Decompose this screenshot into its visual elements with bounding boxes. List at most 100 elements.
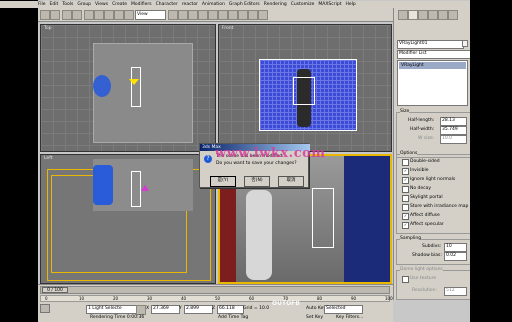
link-icon[interactable]	[62, 10, 72, 20]
key-mode-dropdown[interactable]: Selected	[324, 305, 363, 314]
menu-customize[interactable]: Customize	[291, 2, 315, 7]
viewport-left[interactable]: Left	[40, 154, 216, 284]
x-axis-label: X	[146, 306, 150, 311]
half-length-input[interactable]: 28.13	[440, 117, 467, 126]
menu-graph-editors[interactable]: Graph Editors	[229, 2, 260, 7]
quick-render-icon[interactable]	[258, 10, 268, 20]
display-tab-icon[interactable]	[438, 10, 448, 20]
option-checkbox[interactable]: ✓	[402, 177, 409, 184]
rotate-icon[interactable]	[114, 10, 124, 20]
question-icon: ?	[204, 155, 212, 163]
light-gizmo-icon	[129, 79, 139, 85]
move-icon[interactable]	[104, 10, 114, 20]
render-setup-icon[interactable]	[238, 10, 248, 20]
shadow-bias-input[interactable]: 0.02	[444, 252, 467, 261]
light-left	[131, 171, 141, 207]
viewport-front[interactable]: Front	[218, 24, 392, 152]
menu-maxscript[interactable]: MAXScript	[318, 2, 341, 7]
modify-tab-icon[interactable]	[408, 10, 418, 20]
set-key-button[interactable]: Set Key	[306, 315, 323, 320]
y-coordinate-input[interactable]: 2.899	[184, 305, 213, 314]
menu-reactor[interactable]: reactor	[182, 2, 198, 7]
statue-perspective	[246, 190, 272, 280]
statue-top	[93, 75, 111, 97]
z-coordinate-input[interactable]: 66.118	[217, 305, 244, 314]
watermark-text: www.lwkx.com	[215, 146, 326, 161]
use-texture-checkbox[interactable]	[402, 276, 409, 283]
schematic-icon[interactable]	[218, 10, 228, 20]
menu-character[interactable]: Character	[156, 2, 178, 7]
option-checkbox[interactable]: ✓	[402, 168, 409, 175]
x-coordinate-input[interactable]: 27.369	[151, 305, 180, 314]
render-icon[interactable]	[248, 10, 258, 20]
resolution-input[interactable]: 512	[444, 287, 467, 296]
undo-icon[interactable]	[40, 10, 50, 20]
align-icon[interactable]	[188, 10, 198, 20]
listener-icon[interactable]	[40, 304, 50, 313]
hierarchy-tab-icon[interactable]	[418, 10, 428, 20]
menu-animation[interactable]: Animation	[202, 2, 225, 7]
menu-edit[interactable]: Edit	[50, 2, 59, 7]
menu-views[interactable]: Views	[95, 2, 108, 7]
frame-tick-label: 20	[113, 296, 119, 301]
no-button[interactable]: 否(N)	[244, 176, 270, 187]
menu-modifiers[interactable]: Modifiers	[131, 2, 152, 7]
utilities-tab-icon[interactable]	[448, 10, 458, 20]
option-checkbox[interactable]	[402, 186, 409, 193]
track-bar[interactable]: 0 10 20 30 40 50 60 70 80 90 100	[40, 295, 393, 302]
object-color-swatch[interactable]	[462, 40, 468, 47]
pivot-icon[interactable]	[168, 10, 178, 20]
key-filters-button[interactable]: Key Filters...	[336, 315, 363, 320]
option-label: Invisible	[410, 168, 429, 173]
curve-editor-icon[interactable]	[208, 10, 218, 20]
w-size-input[interactable]: 10.0	[440, 135, 467, 144]
frame-tick-label: 80	[317, 296, 323, 301]
unlink-icon[interactable]	[72, 10, 82, 20]
time-slider-thumb[interactable]: 0 / 100	[42, 287, 68, 293]
stack-item[interactable]: VRayLight	[399, 62, 466, 69]
menu-rendering[interactable]: Rendering	[264, 2, 287, 7]
subdivs-input[interactable]: 10	[444, 243, 467, 252]
option-checkbox[interactable]: ✓	[402, 222, 409, 229]
mirror-icon[interactable]	[178, 10, 188, 20]
menu-help[interactable]: Help	[346, 2, 356, 7]
option-label: Affect diffuse	[410, 213, 440, 218]
add-time-tag-button[interactable]: Add Time Tag	[218, 315, 248, 320]
option-checkbox[interactable]	[402, 159, 409, 166]
menu-file[interactable]: File	[38, 2, 46, 7]
shadow-bias-label: Shadow bias:	[412, 253, 442, 258]
redo-icon[interactable]	[50, 10, 60, 20]
half-width-label: Half-width:	[410, 127, 435, 132]
object-name-field[interactable]: VRayLight01	[397, 40, 464, 49]
menu-create[interactable]: Create	[112, 2, 127, 7]
motion-tab-icon[interactable]	[428, 10, 438, 20]
yes-button[interactable]: 是(Y)	[210, 176, 236, 187]
viewport-label: Top	[44, 26, 52, 31]
time-slider[interactable]: 0 / 100	[40, 286, 390, 294]
select-by-name-icon[interactable]	[94, 10, 104, 20]
layer-icon[interactable]	[198, 10, 208, 20]
option-checkbox[interactable]: ✓	[402, 213, 409, 220]
scale-icon[interactable]	[124, 10, 134, 20]
dome-group-label: Dome light options	[400, 267, 443, 272]
use-texture-label: Use texture	[410, 276, 437, 281]
frame-tick-label: 60	[249, 296, 255, 301]
material-editor-icon[interactable]	[228, 10, 238, 20]
menu-tools[interactable]: Tools	[62, 2, 73, 7]
menu-group[interactable]: Group	[77, 2, 91, 7]
modifier-list-dropdown[interactable]: Modifier List	[397, 50, 471, 59]
command-panel: VRayLight01 Modifier List VRayLight Size…	[393, 8, 471, 300]
option-checkbox[interactable]	[402, 195, 409, 202]
reference-coord-select[interactable]: View	[135, 10, 166, 20]
lock-selection-icon[interactable]	[136, 305, 146, 315]
create-tab-icon[interactable]	[398, 10, 408, 20]
viewport-label: Left	[44, 156, 53, 161]
watermark-logo: OUTOFB	[272, 300, 300, 307]
option-checkbox[interactable]	[402, 204, 409, 211]
option-label: Affect specular	[410, 222, 444, 227]
viewport-top[interactable]: Top	[40, 24, 216, 152]
select-icon[interactable]	[84, 10, 94, 20]
cancel-button[interactable]: 取消	[278, 176, 304, 187]
option-label: Ignore light normals	[410, 177, 456, 182]
half-width-input[interactable]: 35.749	[440, 126, 467, 135]
